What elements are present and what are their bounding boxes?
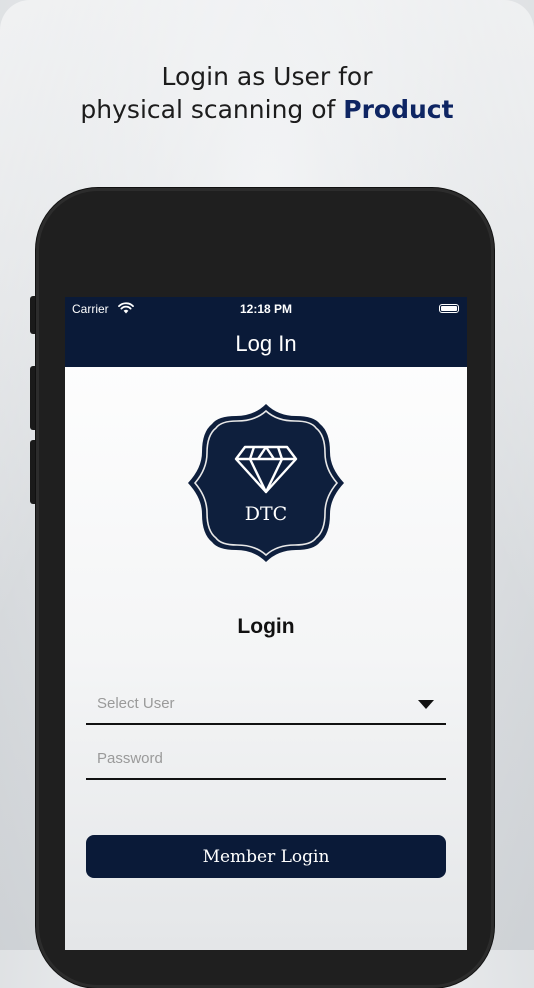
password-field-wrapper bbox=[86, 744, 446, 780]
promo-accent-word: Product bbox=[343, 95, 454, 124]
promo-headline: Login as User for physical scanning of P… bbox=[0, 60, 534, 126]
nav-title: Log In bbox=[235, 331, 297, 356]
caret-down-icon[interactable] bbox=[418, 700, 434, 709]
status-time: 12:18 PM bbox=[239, 302, 293, 316]
logo-text: DTC bbox=[245, 503, 287, 525]
login-heading: Login bbox=[237, 615, 295, 638]
logo-badge-shape bbox=[188, 404, 344, 562]
select-user-placeholder: Select User bbox=[97, 695, 175, 712]
promo-line-1: Login as User for bbox=[161, 62, 373, 91]
dtc-logo: DTC bbox=[188, 404, 344, 562]
password-input[interactable] bbox=[97, 750, 407, 767]
promo-line-2-prefix: physical scanning of bbox=[80, 95, 344, 124]
member-login-button[interactable]: Member Login bbox=[86, 835, 446, 878]
select-user-dropdown[interactable]: Select User bbox=[86, 689, 446, 725]
promo-line-2: physical scanning of Product bbox=[0, 93, 534, 126]
navigation-bar: Carrier 12:18 PM Log In bbox=[65, 297, 467, 367]
phone-screen: Carrier 12:18 PM Log In DTC Login Select… bbox=[65, 297, 467, 950]
battery-icon bbox=[439, 304, 459, 313]
